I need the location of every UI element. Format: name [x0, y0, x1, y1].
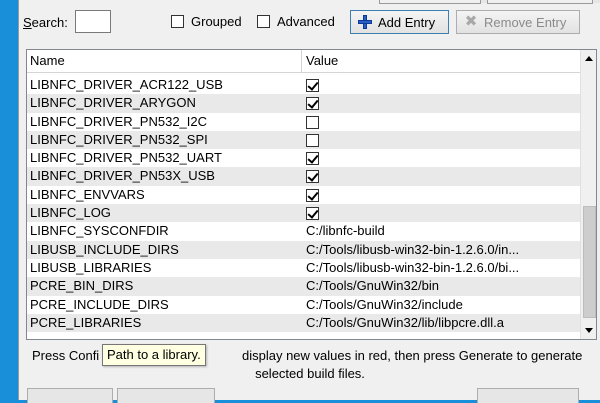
row-value[interactable]: C:/Tools/GnuWin32/lib/libpcre.dll.a: [306, 314, 576, 332]
bottom-button-bar: [19, 388, 600, 403]
configure-button[interactable]: [27, 388, 113, 403]
status-line2: selected build files.: [255, 366, 365, 381]
scroll-thumb[interactable]: [583, 206, 596, 318]
row-name: LIBUSB_LIBRARIES: [30, 259, 152, 275]
arrow-down-icon: [585, 328, 593, 333]
value-checkbox[interactable]: [306, 97, 319, 111]
table-row[interactable]: LIBNFC_ENVVARS: [27, 186, 580, 204]
value-checkbox[interactable]: [306, 170, 319, 184]
grouped-checkbox[interactable]: [171, 15, 184, 28]
top-button-right[interactable]: [487, 0, 593, 4]
generate-button[interactable]: [117, 388, 215, 403]
table-row[interactable]: LIBUSB_LIBRARIES C:/Tools/libusb-win32-bi…: [27, 259, 580, 277]
grouped-label: Grouped: [191, 14, 242, 29]
top-button-strip: [379, 0, 600, 4]
scroll-down-button[interactable]: [581, 322, 596, 339]
table-body: LIBNFC_DRIVER_ACR122_USB LIBNFC_DRIVER_AR…: [27, 76, 580, 333]
table-row[interactable]: LIBNFC_SYSCONFDIR C:/libnfc-build: [27, 222, 580, 240]
plus-icon: [357, 14, 373, 30]
row-name: LIBNFC_DRIVER_PN532_I2C: [30, 113, 208, 129]
advanced-label: Advanced: [277, 14, 335, 29]
top-button-left[interactable]: [379, 0, 481, 4]
advanced-checkbox[interactable]: [257, 15, 270, 28]
add-entry-button[interactable]: Add Entry: [350, 10, 449, 34]
table-row[interactable]: LIBNFC_DRIVER_ACR122_USB: [27, 76, 580, 94]
value-checkbox[interactable]: [306, 188, 319, 202]
table-row[interactable]: LIBNFC_DRIVER_PN532_UART: [27, 149, 580, 167]
tooltip: Path to a library.: [102, 344, 206, 366]
status-line1-start: Press Confi: [32, 348, 100, 363]
row-value[interactable]: C:/Tools/GnuWin32/include: [306, 296, 576, 314]
table-row[interactable]: LIBNFC_DRIVER_PN53X_USB: [27, 167, 580, 186]
value-checkbox[interactable]: [306, 79, 319, 92]
search-label: Search:: [23, 15, 68, 30]
row-name: LIBNFC_DRIVER_PN532_SPI: [30, 131, 208, 147]
vertical-scrollbar[interactable]: [580, 50, 596, 339]
value-checkbox[interactable]: [306, 115, 319, 129]
row-value[interactable]: C:/Tools/libusb-win32-bin-1.2.6.0/in...: [306, 241, 576, 259]
row-name: LIBNFC_LOG: [30, 205, 111, 221]
row-name: PCRE_LIBRARIES: [30, 314, 142, 330]
table-header: Name Value: [27, 50, 580, 73]
arrow-up-icon: [585, 56, 593, 61]
value-checkbox[interactable]: [306, 152, 319, 166]
add-entry-label: Add Entry: [378, 14, 436, 30]
table-row[interactable]: PCRE_BIN_DIRS C:/Tools/GnuWin32/bin: [27, 277, 580, 296]
table-row[interactable]: LIBNFC_DRIVER_ARYGON: [27, 94, 580, 113]
value-checkbox[interactable]: [306, 207, 319, 221]
search-input[interactable]: [75, 10, 111, 33]
row-value[interactable]: C:/Tools/libusb-win32-bin-1.2.6.0/bi...: [306, 259, 576, 277]
row-name: LIBNFC_DRIVER_ARYGON: [30, 95, 196, 111]
column-header-name[interactable]: Name: [30, 53, 65, 68]
table-row[interactable]: LIBUSB_INCLUDE_DIRS C:/Tools/libusb-win32…: [27, 240, 580, 259]
row-name: LIBNFC_DRIVER_PN532_UART: [30, 150, 222, 166]
row-name: LIBNFC_DRIVER_PN53X_USB: [30, 168, 215, 184]
scroll-up-button[interactable]: [581, 50, 596, 67]
table-row[interactable]: PCRE_LIBRARIES C:/Tools/GnuWin32/lib/libp…: [27, 313, 580, 333]
row-value[interactable]: C:/libnfc-build: [306, 222, 576, 240]
row-name: LIBUSB_INCLUDE_DIRS: [30, 241, 179, 257]
row-name: PCRE_BIN_DIRS: [30, 278, 134, 294]
row-name: LIBNFC_SYSCONFDIR: [30, 223, 169, 239]
row-name: LIBNFC_DRIVER_ACR122_USB: [30, 77, 223, 92]
table-row[interactable]: PCRE_INCLUDE_DIRS C:/Tools/GnuWin32/inclu…: [27, 296, 580, 314]
open-project-button[interactable]: [477, 388, 579, 403]
remove-icon: ✖: [464, 13, 478, 30]
row-name: LIBNFC_ENVVARS: [30, 186, 145, 202]
remove-entry-button[interactable]: ✖ Remove Entry: [456, 10, 580, 34]
row-value[interactable]: C:/Tools/GnuWin32/bin: [306, 277, 576, 295]
table-row[interactable]: LIBNFC_DRIVER_PN532_SPI: [27, 130, 580, 150]
remove-entry-label: Remove Entry: [484, 14, 567, 30]
cache-variables-table: Name Value LIBNFC_DRIVER_ACR122_USB LIBNF…: [26, 49, 597, 340]
column-header-value[interactable]: Value: [306, 53, 338, 68]
cmake-window: Search: Grouped Advanced Add Entry ✖ Rem…: [18, 0, 600, 403]
row-name: PCRE_INCLUDE_DIRS: [30, 296, 169, 312]
table-row[interactable]: LIBNFC_DRIVER_PN532_I2C: [27, 113, 580, 131]
table-row[interactable]: LIBNFC_LOG: [27, 204, 580, 223]
value-checkbox[interactable]: [306, 133, 319, 147]
column-separator[interactable]: [301, 50, 302, 72]
status-line1-end: display new values in red, then press Ge…: [242, 348, 583, 363]
